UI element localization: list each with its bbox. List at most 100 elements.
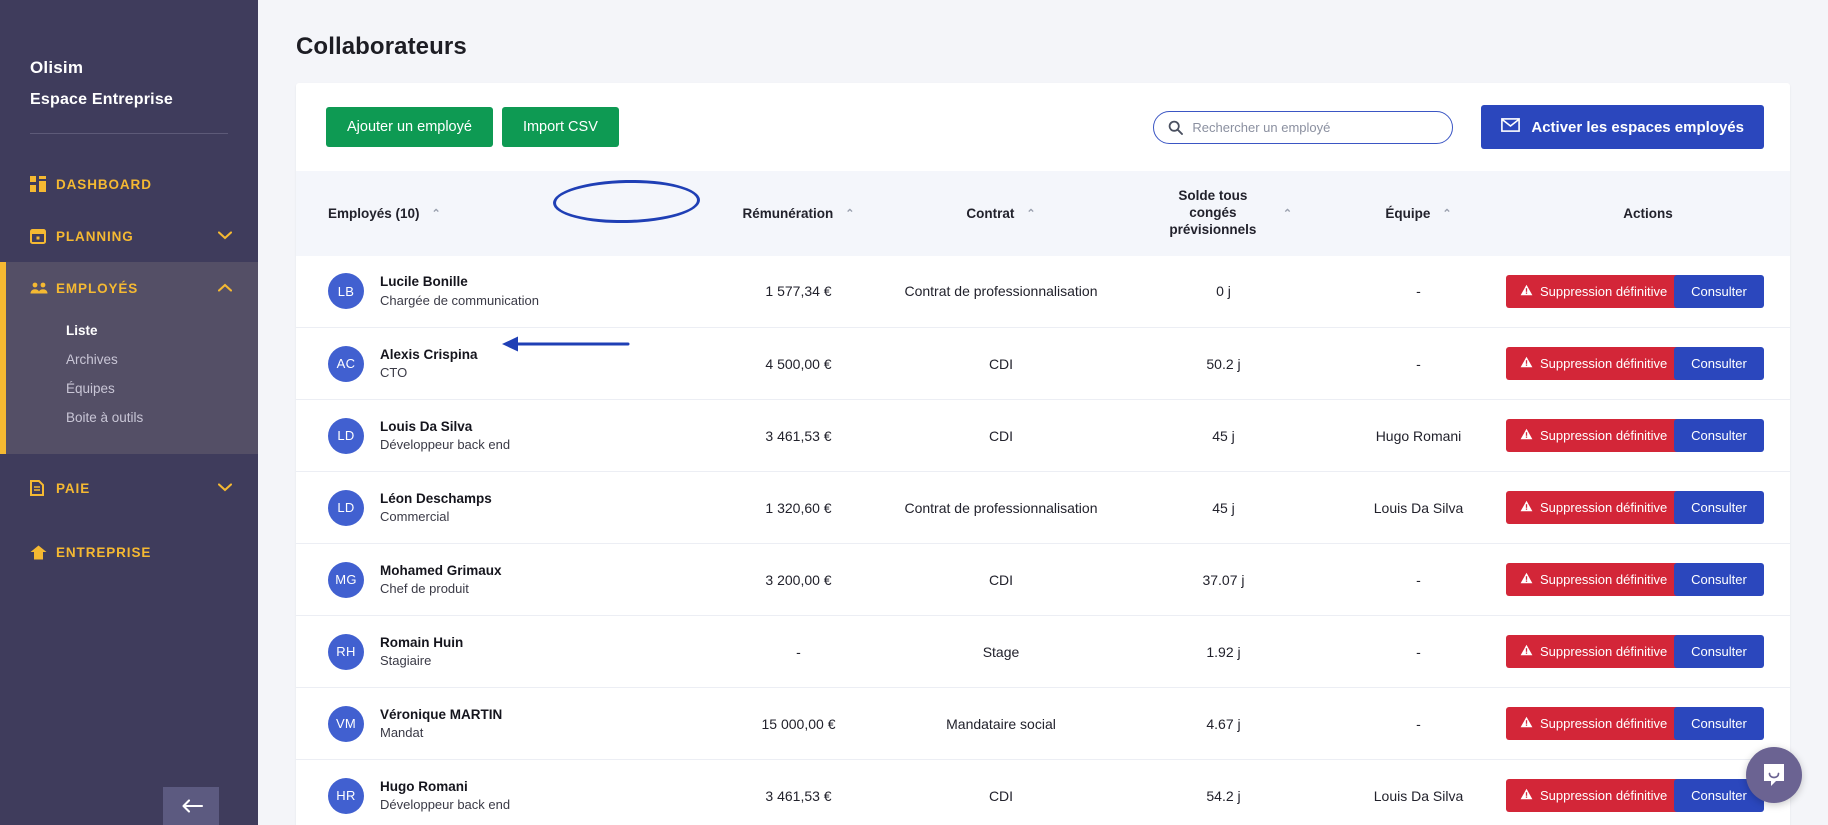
employees-card: Ajouter un employé Import CSV Rechercher… <box>296 83 1790 825</box>
sidebar-item-label: DASHBOARD <box>56 176 152 192</box>
cell-team: - <box>1416 355 1421 372</box>
consult-button[interactable]: Consulter <box>1674 635 1764 669</box>
sort-caret-icon[interactable]: ⌃ <box>1442 207 1451 220</box>
employee-role: Chef de produit <box>380 580 469 596</box>
employee-name: Léon Deschamps <box>380 490 492 506</box>
calendar-icon <box>30 228 56 244</box>
warning-triangle-icon <box>1520 716 1533 731</box>
employee-name: Véronique MARTIN <box>380 706 503 722</box>
delete-permanently-button[interactable]: Suppression définitive <box>1506 563 1682 597</box>
employee-role: Stagiaire <box>380 652 432 668</box>
cell-remuneration: 4 500,00 € <box>765 355 832 372</box>
delete-permanently-button[interactable]: Suppression définitive <box>1506 635 1682 669</box>
sidebar-item-employes[interactable]: EMPLOYÉS <box>0 262 258 314</box>
sidebar-item-planning[interactable]: PLANNING <box>0 210 258 262</box>
cell-employee: LB Lucile Bonille Chargée de communication <box>296 256 711 328</box>
employee-role: Mandat <box>380 724 424 740</box>
table-row[interactable]: LD Louis Da Silva Développeur back end 3 46… <box>296 400 1790 472</box>
add-employee-button[interactable]: Ajouter un employé <box>326 107 493 147</box>
grid-icon <box>30 176 56 192</box>
chevron-up-icon[interactable] <box>217 281 233 295</box>
sidebar-subitem-boite-a-outils[interactable]: Boite à outils <box>0 403 258 432</box>
sidebar-nav: DASHBOARD PLANNING EMPLOYÉS Liste Archiv… <box>0 158 258 578</box>
cell-leave-balance: 50.2 j <box>1206 355 1241 372</box>
table-row[interactable]: RH Romain Huin Stagiaire - Stage 1.92 j - Suppr… <box>296 616 1790 688</box>
cell-employee: VM Véronique MARTIN Mandat <box>296 688 711 760</box>
cell-contract: Mandataire social <box>946 715 1056 732</box>
delete-permanently-button[interactable]: Suppression définitive <box>1506 347 1682 381</box>
sort-caret-icon[interactable]: ⌃ <box>432 207 441 220</box>
cell-leave-balance: 54.2 j <box>1206 787 1241 804</box>
sort-caret-icon[interactable]: ⌃ <box>1026 207 1035 220</box>
employee-name: Lucile Bonille <box>380 274 468 290</box>
delete-permanently-button[interactable]: Suppression définitive <box>1506 779 1682 813</box>
chat-launcher-button[interactable] <box>1746 747 1802 803</box>
cell-employee: LD Louis Da Silva Développeur back end <box>296 400 711 472</box>
delete-permanently-button[interactable]: Suppression définitive <box>1506 419 1682 453</box>
sort-caret-icon[interactable]: ⌃ <box>1283 207 1292 220</box>
search-input[interactable] <box>1192 119 1439 135</box>
app-root: Olisim Espace Entreprise DASHBOARD PLANN… <box>0 0 1828 825</box>
sidebar: Olisim Espace Entreprise DASHBOARD PLANN… <box>0 0 258 825</box>
people-icon <box>30 281 56 295</box>
column-label: Employés (10) <box>328 205 420 221</box>
delete-button-label: Suppression définitive <box>1540 356 1668 372</box>
table-row[interactable]: HR Hugo Romani Développeur back end 3 461,5… <box>296 760 1790 825</box>
cell-employee: RH Romain Huin Stagiaire <box>296 616 711 688</box>
delete-button-label: Suppression définitive <box>1540 788 1668 804</box>
consult-button[interactable]: Consulter <box>1674 419 1764 453</box>
activate-button-label: Activer les espaces employés <box>1531 118 1744 136</box>
cell-remuneration: 3 461,53 € <box>765 787 832 804</box>
warning-triangle-icon <box>1520 428 1533 443</box>
warning-triangle-icon <box>1520 644 1533 659</box>
toolbar: Ajouter un employé Import CSV Rechercher… <box>296 83 1790 171</box>
sidebar-subitem-equipes[interactable]: Équipes <box>0 374 258 403</box>
column-header-contrat[interactable]: Contrat ⌃ <box>886 171 1116 256</box>
column-header-equipe[interactable]: Équipe ⌃ <box>1331 171 1506 256</box>
cell-contract: Contrat de professionnalisation <box>904 499 1098 516</box>
sidebar-subitem-liste[interactable]: Liste <box>0 316 258 345</box>
table-row[interactable]: LD Léon Deschamps Commercial 1 320,60 € Cont… <box>296 472 1790 544</box>
chevron-down-icon[interactable] <box>217 481 233 495</box>
cell-leave-balance: 45 j <box>1212 427 1235 444</box>
activate-employee-spaces-button[interactable]: Activer les espaces employés <box>1481 105 1764 149</box>
cell-leave-balance: 0 j <box>1216 283 1231 300</box>
delete-permanently-button[interactable]: Suppression définitive <box>1506 491 1682 525</box>
sidebar-subitem-archives[interactable]: Archives <box>0 345 258 374</box>
search-box[interactable] <box>1153 110 1454 144</box>
chevron-down-icon[interactable] <box>217 229 233 243</box>
sidebar-item-dashboard[interactable]: DASHBOARD <box>0 158 258 210</box>
avatar: VM <box>328 705 364 742</box>
sort-caret-icon[interactable]: ⌃ <box>845 207 854 220</box>
table-row[interactable]: LB Lucile Bonille Chargée de communication… <box>296 256 1790 328</box>
collapse-sidebar-button[interactable] <box>163 787 219 825</box>
delete-permanently-button[interactable]: Suppression définitive <box>1506 707 1682 741</box>
employees-table: Employés (10) ⌃ Rémunération ⌃ Contrat ⌃… <box>296 171 1790 825</box>
chat-bubble-icon <box>1764 764 1784 786</box>
consult-button[interactable]: Consulter <box>1674 347 1764 381</box>
consult-button[interactable]: Consulter <box>1674 491 1764 525</box>
column-header-remuneration[interactable]: Rémunération ⌃ <box>711 171 886 256</box>
brand-subtitle: Espace Entreprise <box>30 91 174 108</box>
sidebar-item-entreprise[interactable]: ENTREPRISE <box>0 526 258 578</box>
employee-role: Développeur back end <box>380 436 511 452</box>
table-row[interactable]: VM Véronique MARTIN Mandat 15 000,00 € Manda… <box>296 688 1790 760</box>
consult-button[interactable]: Consulter <box>1674 707 1764 741</box>
collapse-left-icon <box>182 799 204 813</box>
cell-contract: CDI <box>988 571 1014 588</box>
delete-permanently-button[interactable]: Suppression définitive <box>1506 274 1682 308</box>
table-row[interactable]: MG Mohamed Grimaux Chef de produit 3 200,00… <box>296 544 1790 616</box>
employee-name: Mohamed Grimaux <box>380 562 502 578</box>
brand: Olisim Espace Entreprise <box>0 0 258 109</box>
import-csv-button[interactable]: Import CSV <box>501 107 619 147</box>
column-header-employes[interactable]: Employés (10) ⌃ <box>296 171 711 256</box>
consult-button[interactable]: Consulter <box>1674 563 1764 597</box>
consult-button[interactable]: Consulter <box>1674 274 1764 308</box>
cell-team: Louis Da Silva <box>1373 499 1464 516</box>
home-icon <box>30 545 56 560</box>
cell-team: Hugo Romani <box>1375 427 1462 444</box>
table-row[interactable]: AC Alexis Crispina CTO 4 500,00 € CDI 50.2 j -… <box>296 328 1790 400</box>
sidebar-item-paie[interactable]: PAIE <box>0 462 258 514</box>
document-icon <box>30 480 56 496</box>
column-header-solde-conges[interactable]: Solde tous congés prévisionnels ⌃ <box>1116 171 1331 256</box>
